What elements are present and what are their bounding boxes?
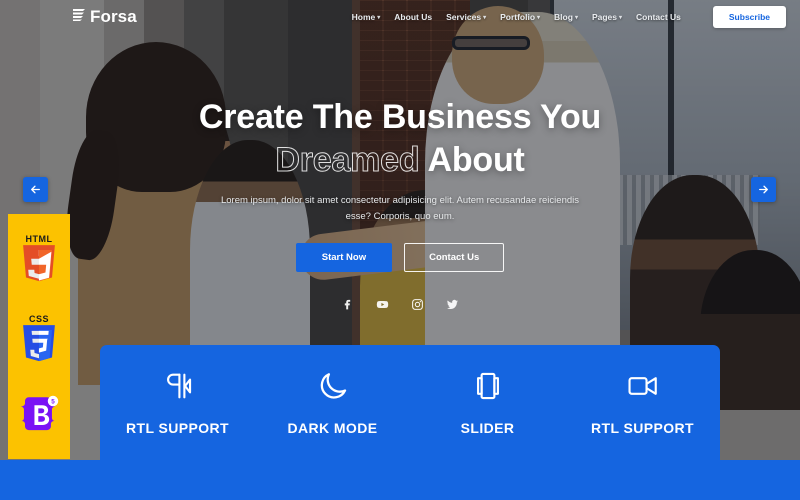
arrow-right-icon: [759, 185, 768, 194]
nav-item-portfolio[interactable]: Portfolio ▾: [500, 12, 540, 22]
feature-label: DARK MODE: [287, 420, 378, 436]
chevron-down-icon: ▾: [537, 14, 541, 21]
chevron-down-icon: ▾: [574, 14, 578, 21]
carousel-slider-icon: [471, 369, 505, 408]
pilcrow-rtl-icon: [161, 369, 195, 408]
slider-next-button[interactable]: [751, 177, 776, 202]
hero-cta-group: Start Now Contact Us: [295, 243, 505, 273]
video-camera-icon: [626, 369, 660, 408]
nav-label: Pages: [591, 12, 617, 22]
nav-item-about-us[interactable]: About Us: [394, 12, 432, 22]
tech-badge-css3[interactable]: CSS: [21, 314, 57, 371]
facebook-icon[interactable]: [341, 298, 354, 311]
feature-highlight-bar: RTL SUPPORT DARK MODE SLIDER RTL SUPPORT: [100, 345, 720, 460]
nav-label: Contact Us: [636, 12, 681, 22]
slider-prev-button[interactable]: [23, 177, 48, 202]
twitter-icon[interactable]: [446, 298, 459, 311]
bootstrap-icon: 5: [18, 394, 60, 439]
nav-item-blog[interactable]: Blog ▾: [554, 12, 578, 22]
css3-label: CSS: [28, 313, 49, 324]
html5-shield-icon: [21, 244, 57, 291]
moon-icon: [316, 369, 350, 408]
feature-dark-mode[interactable]: DARK MODE: [255, 369, 410, 436]
chevron-down-icon: ▾: [377, 14, 381, 21]
hero-headline-solid-word: About: [427, 140, 525, 179]
feature-rtl-support-2[interactable]: RTL SUPPORT: [565, 369, 720, 436]
start-now-button[interactable]: Start Now: [295, 243, 393, 273]
nav-label: About Us: [394, 12, 433, 22]
contact-us-button[interactable]: Contact Us: [404, 243, 505, 273]
hero-content: Create The Business You Dreamed About Lo…: [0, 96, 800, 311]
css3-shield-icon: [21, 325, 57, 371]
nav-item-contact-us[interactable]: Contact Us: [636, 12, 681, 22]
hero-subtext: Lorem ipsum, dolor sit amet consectetur …: [220, 195, 579, 223]
nav-item-home[interactable]: Home ▾: [352, 12, 381, 22]
tech-badge-html5[interactable]: HTML: [21, 234, 57, 291]
youtube-icon[interactable]: [376, 298, 389, 311]
main-navigation: Home ▾ About Us Services ▾ Portfolio ▾ B…: [352, 6, 786, 28]
feature-rtl-support-1[interactable]: RTL SUPPORT: [100, 369, 255, 436]
hero-headline-line2: Dreamed About: [199, 139, 601, 182]
html5-label: HTML: [25, 233, 53, 244]
arrow-left-icon: [31, 185, 40, 194]
nav-label: Portfolio: [500, 12, 536, 22]
nav-label: Home: [351, 12, 376, 22]
bottom-blue-band: [0, 460, 800, 500]
site-header: Forsa Home ▾ About Us Services ▾ Portfol…: [0, 0, 800, 34]
hero-headline-line1: Create The Business You: [198, 98, 602, 136]
feature-slider[interactable]: SLIDER: [410, 369, 565, 436]
social-links: [341, 298, 459, 311]
stacked-lines-icon: [72, 7, 86, 27]
nav-item-services[interactable]: Services ▾: [446, 12, 486, 22]
nav-label: Services: [446, 12, 482, 22]
nav-item-pages[interactable]: Pages ▾: [592, 12, 622, 22]
feature-label: SLIDER: [460, 420, 515, 436]
hero-headline-outlined-word: Dreamed: [275, 140, 420, 179]
svg-text:5: 5: [51, 399, 55, 406]
landing-page: Forsa Home ▾ About Us Services ▾ Portfol…: [0, 0, 800, 500]
chevron-down-icon: ▾: [619, 14, 623, 21]
tech-stack-rail: HTML CSS 5: [8, 214, 70, 459]
brand-name: Forsa: [90, 7, 137, 26]
subscribe-button[interactable]: Subscribe: [712, 6, 786, 28]
tech-badge-bootstrap[interactable]: 5: [18, 394, 60, 439]
brand-logo[interactable]: Forsa: [72, 7, 137, 27]
chevron-down-icon: ▾: [483, 14, 487, 21]
feature-label: RTL SUPPORT: [126, 420, 229, 436]
feature-label: RTL SUPPORT: [591, 420, 694, 436]
nav-label: Blog: [554, 12, 573, 22]
instagram-icon[interactable]: [411, 298, 424, 311]
hero-headline: Create The Business You Dreamed About: [199, 96, 601, 181]
